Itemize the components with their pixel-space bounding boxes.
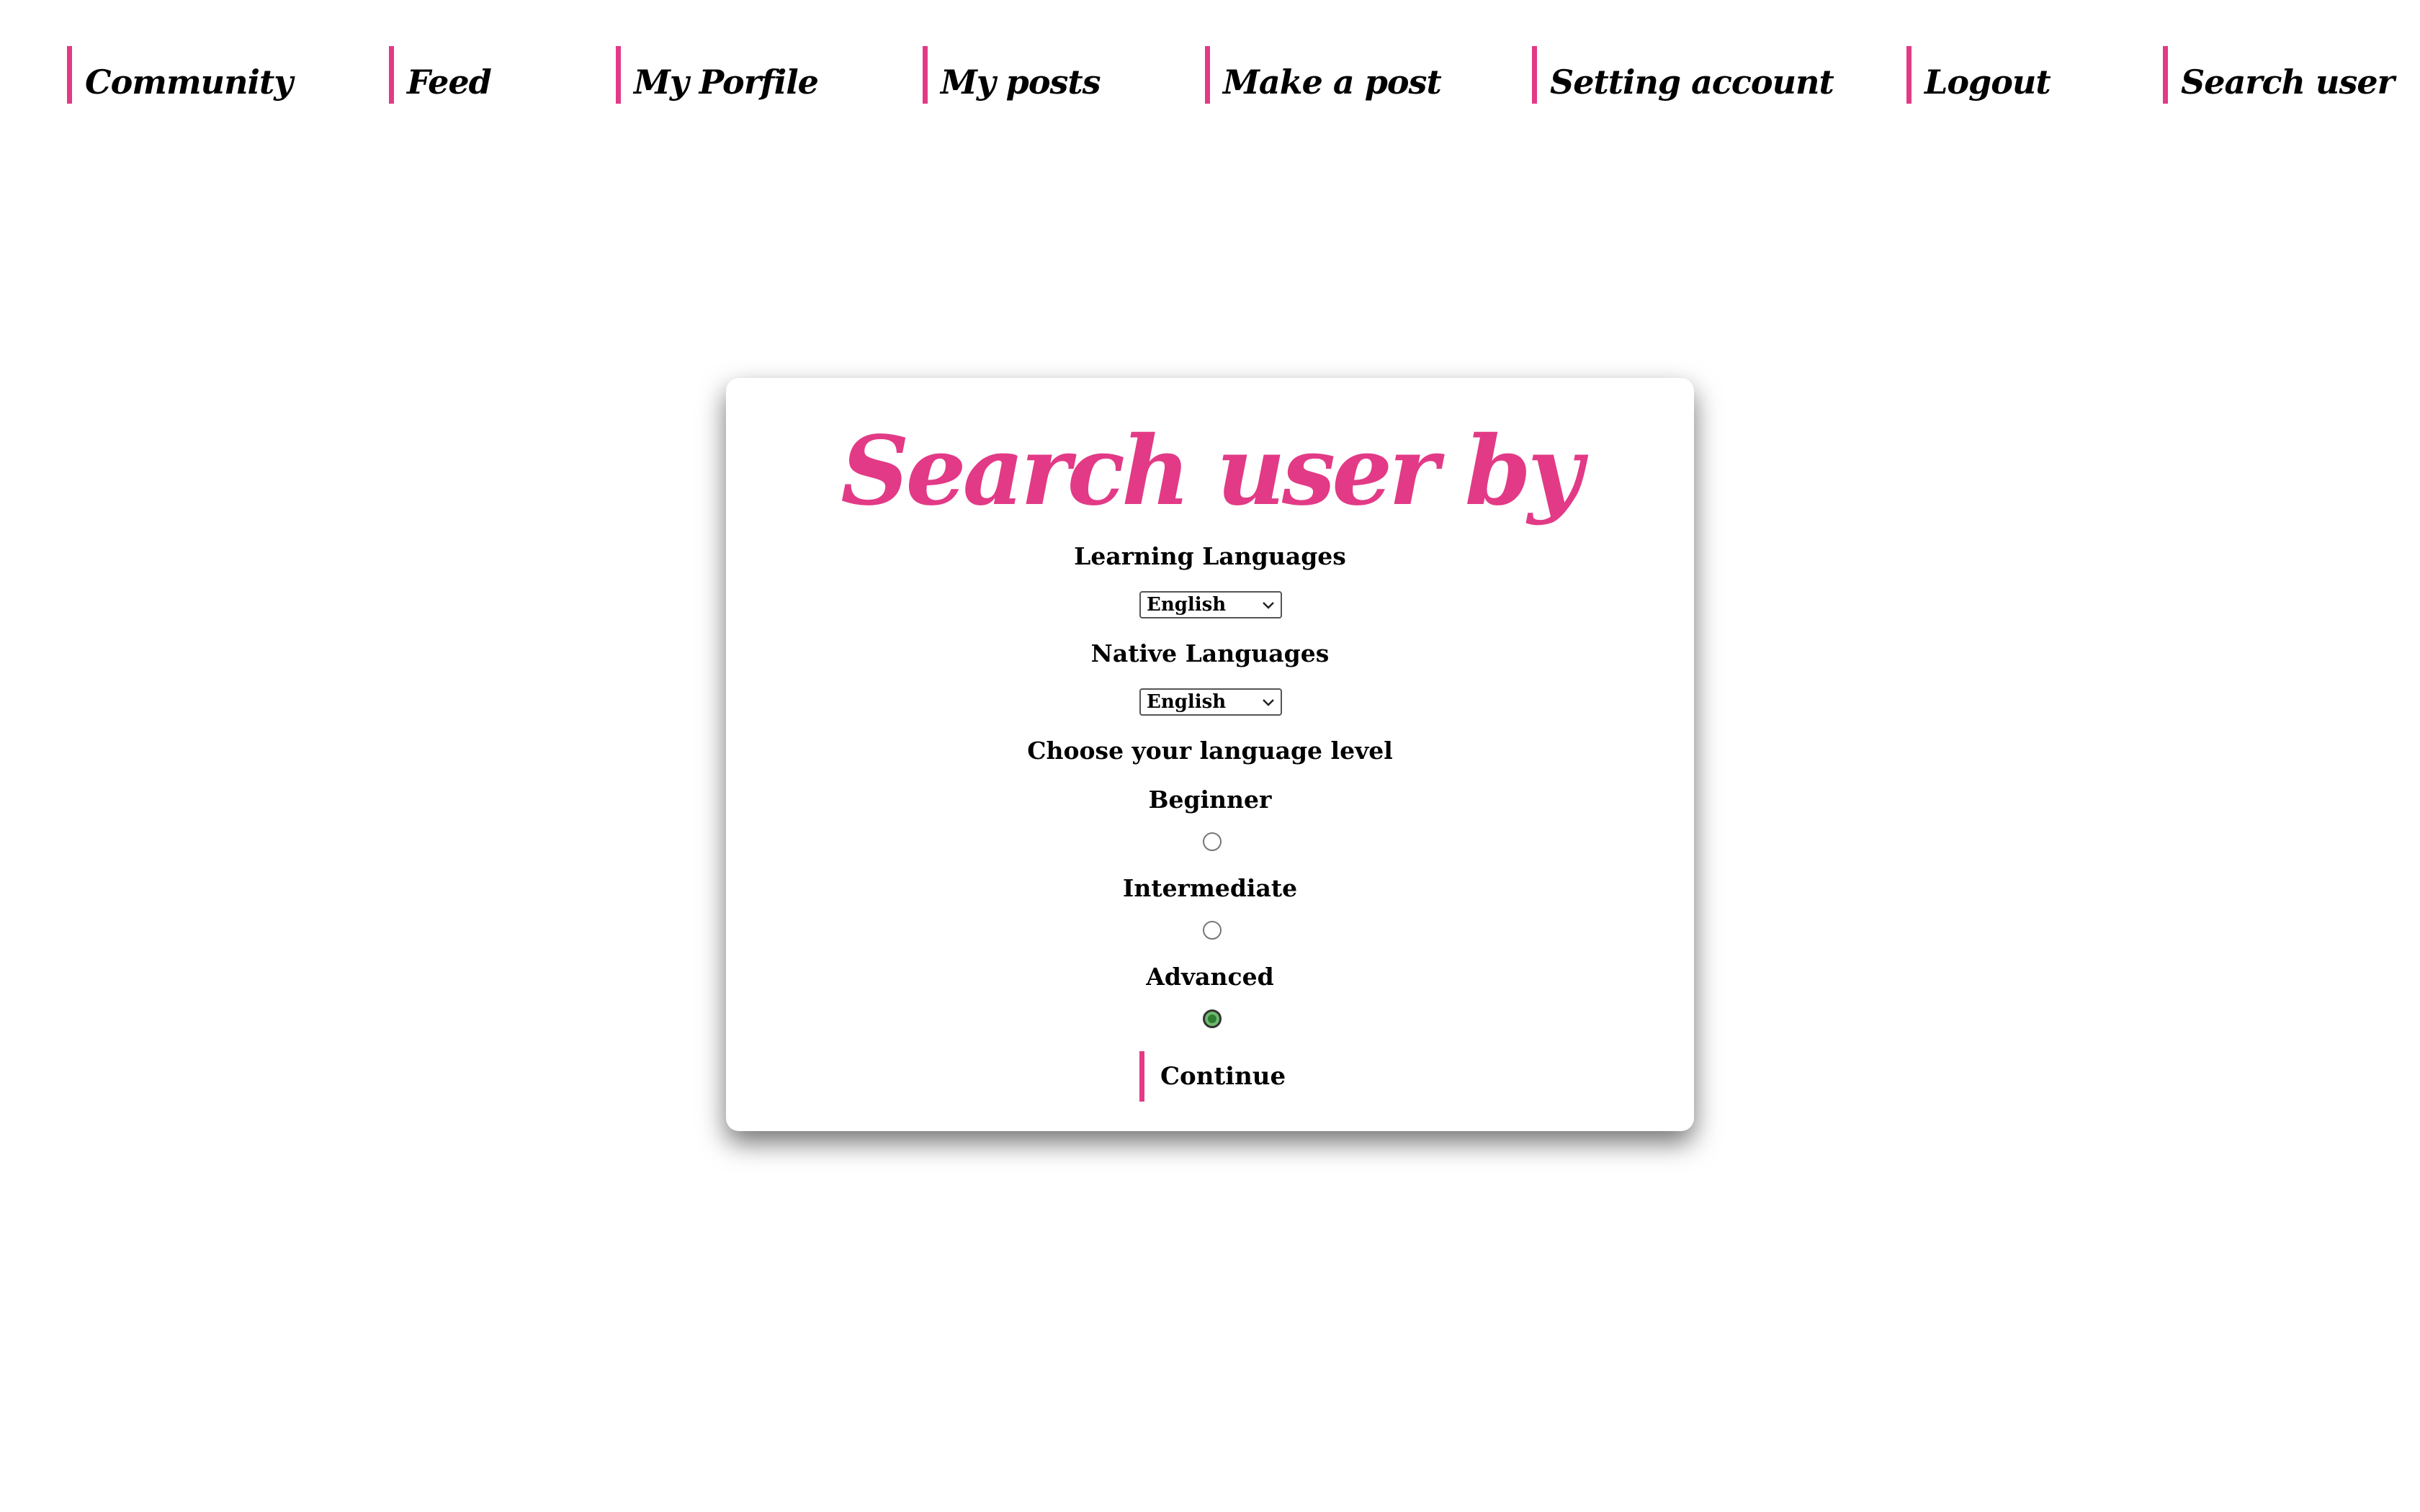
page-title: Search user by (841, 415, 1582, 527)
native-languages-label: Native Languages (1090, 639, 1330, 667)
learning-languages-value: English (1147, 594, 1227, 616)
nav-item-my-profile[interactable]: My Porfile (616, 46, 819, 104)
level-beginner-radio[interactable] (1203, 832, 1222, 851)
nav-item-search-user[interactable]: Search user (2163, 46, 2395, 104)
top-navigation: Community Feed My Porfile My posts Make … (0, 46, 2420, 107)
level-intermediate-radio[interactable] (1203, 921, 1222, 940)
nav-item-label: My posts (941, 63, 1101, 102)
continue-label: Continue (1160, 1062, 1286, 1091)
level-advanced-radio[interactable] (1203, 1009, 1222, 1028)
nav-item-label: Community (85, 63, 293, 102)
level-beginner-label: Beginner (1148, 786, 1272, 814)
native-languages-select[interactable]: English (1139, 688, 1282, 716)
nav-item-setting-account[interactable]: Setting account (1532, 46, 1834, 104)
nav-item-label: Logout (1924, 63, 2051, 102)
nav-item-label: My Porfile (634, 63, 819, 102)
nav-item-label: Make a post (1223, 63, 1442, 102)
nav-item-make-a-post[interactable]: Make a post (1205, 46, 1442, 104)
learning-languages-label: Learning Languages (1074, 542, 1346, 570)
level-intermediate-label: Intermediate (1122, 874, 1298, 902)
chevron-down-icon (1263, 602, 1274, 609)
learning-languages-select[interactable]: English (1139, 591, 1282, 618)
native-languages-value: English (1147, 691, 1227, 713)
nav-item-logout[interactable]: Logout (1906, 46, 2051, 104)
language-level-label: Choose your language level (1027, 737, 1393, 765)
nav-item-label: Feed (407, 63, 492, 102)
nav-item-community[interactable]: Community (67, 46, 293, 104)
search-user-card: Search user by Learning Languages Englis… (726, 378, 1694, 1131)
level-advanced-label: Advanced (1146, 963, 1274, 991)
nav-item-my-posts[interactable]: My posts (923, 46, 1101, 104)
nav-item-feed[interactable]: Feed (389, 46, 492, 104)
continue-button[interactable]: Continue (1139, 1051, 1286, 1102)
nav-item-label: Setting account (1550, 63, 1834, 102)
nav-item-label: Search user (2181, 63, 2395, 102)
chevron-down-icon (1263, 699, 1274, 706)
